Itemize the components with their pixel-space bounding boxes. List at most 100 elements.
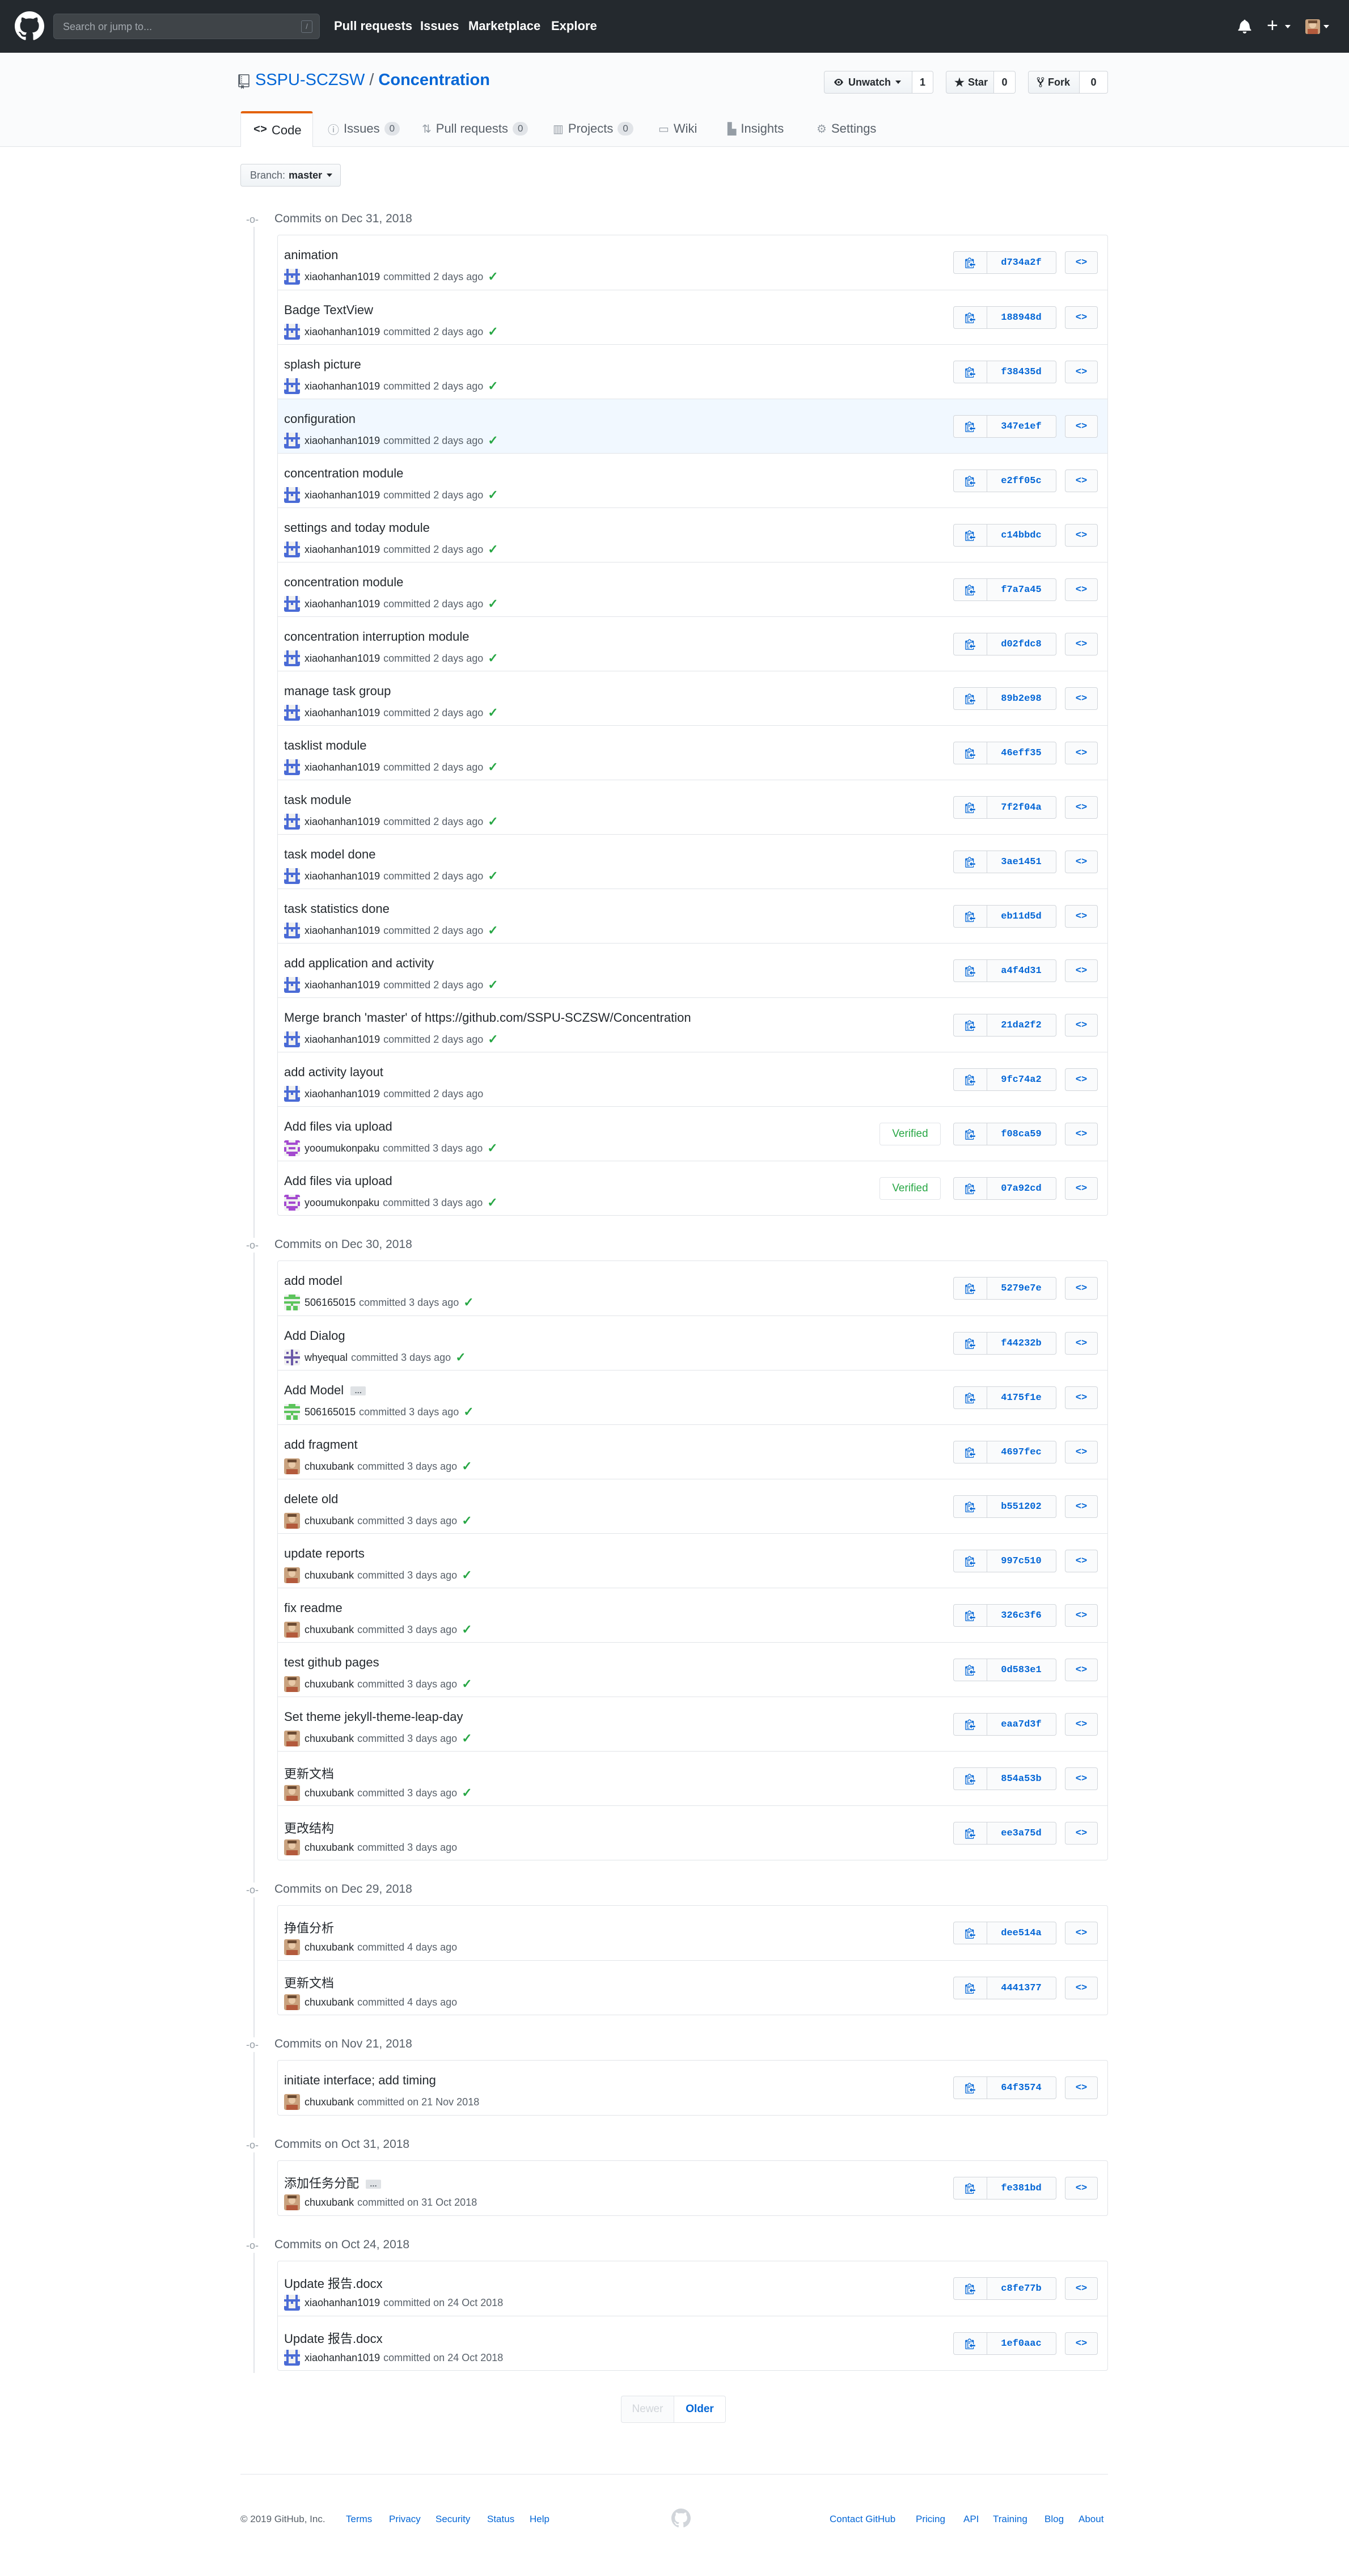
- commit-author-link[interactable]: xiaohanhan1019: [305, 380, 380, 392]
- commit-sha-link[interactable]: eb11d5d: [987, 906, 1056, 927]
- tab-code[interactable]: <> Code: [240, 111, 313, 147]
- commit-sha-link[interactable]: 4441377: [987, 1977, 1056, 1999]
- commit-author-link[interactable]: chuxubank: [305, 1624, 354, 1636]
- commit-sha-link[interactable]: fe381bd: [987, 2177, 1056, 2199]
- browse-repo-at-commit-button[interactable]: <>: [1065, 1550, 1098, 1572]
- status-check-icon[interactable]: ✓: [488, 978, 498, 992]
- author-avatar[interactable]: [284, 487, 300, 503]
- browse-repo-at-commit-button[interactable]: <>: [1065, 796, 1098, 819]
- nav-pull-requests[interactable]: Pull requests: [334, 19, 412, 33]
- expand-commit-body-button[interactable]: …: [350, 1386, 366, 1396]
- commit-message-link[interactable]: 更改结构: [284, 1818, 334, 1837]
- footer-link-blog[interactable]: Blog: [1044, 2514, 1064, 2525]
- commit-author-link[interactable]: chuxubank: [305, 1941, 354, 1953]
- copy-sha-clippy-icon[interactable]: [954, 960, 987, 982]
- nav-issues[interactable]: Issues: [420, 19, 459, 33]
- author-avatar[interactable]: [284, 923, 300, 938]
- newer-button[interactable]: Newer: [621, 2396, 674, 2423]
- browse-repo-at-commit-button[interactable]: <>: [1065, 1822, 1098, 1845]
- author-avatar[interactable]: [284, 1086, 300, 1102]
- commit-author-link[interactable]: chuxubank: [305, 1570, 354, 1581]
- author-avatar[interactable]: [284, 433, 300, 449]
- copy-sha-clippy-icon[interactable]: [954, 1496, 987, 1517]
- commit-author-link[interactable]: chuxubank: [305, 1678, 354, 1690]
- copy-sha-clippy-icon[interactable]: [954, 470, 987, 492]
- browse-repo-at-commit-button[interactable]: <>: [1065, 1014, 1098, 1037]
- status-check-icon[interactable]: ✓: [462, 1513, 472, 1528]
- author-avatar[interactable]: [284, 1350, 300, 1365]
- commit-author-link[interactable]: whyequal: [305, 1352, 348, 1364]
- author-avatar[interactable]: [284, 705, 300, 721]
- status-check-icon[interactable]: ✓: [488, 542, 498, 557]
- commit-author-link[interactable]: xiaohanhan1019: [305, 598, 380, 610]
- commit-sha-link[interactable]: f44232b: [987, 1333, 1056, 1354]
- status-check-icon[interactable]: ✓: [488, 705, 498, 720]
- status-check-icon[interactable]: ✓: [488, 923, 498, 938]
- commit-author-link[interactable]: xiaohanhan1019: [305, 653, 380, 665]
- browse-repo-at-commit-button[interactable]: <>: [1065, 742, 1098, 764]
- commit-author-link[interactable]: xiaohanhan1019: [305, 870, 380, 882]
- footer-link-pricing[interactable]: Pricing: [916, 2514, 945, 2525]
- browse-repo-at-commit-button[interactable]: <>: [1065, 1177, 1098, 1200]
- commit-sha-link[interactable]: 64f3574: [987, 2077, 1056, 2099]
- browse-repo-at-commit-button[interactable]: <>: [1065, 1767, 1098, 1790]
- status-check-icon[interactable]: ✓: [463, 1405, 473, 1419]
- copy-sha-clippy-icon[interactable]: [954, 1605, 987, 1626]
- copy-sha-clippy-icon[interactable]: [954, 1922, 987, 1944]
- commit-message-link[interactable]: Update 报告.docx: [284, 2274, 383, 2292]
- commit-author-link[interactable]: chuxubank: [305, 2096, 354, 2108]
- copy-sha-clippy-icon[interactable]: [954, 1178, 987, 1199]
- tab-insights[interactable]: ▙ Insights: [728, 111, 784, 146]
- copy-sha-clippy-icon[interactable]: [954, 2278, 987, 2299]
- author-avatar[interactable]: [284, 1513, 300, 1529]
- status-check-icon[interactable]: ✓: [488, 597, 498, 611]
- copy-sha-clippy-icon[interactable]: [954, 1822, 987, 1844]
- copy-sha-clippy-icon[interactable]: [954, 851, 987, 873]
- commit-sha-link[interactable]: 347e1ef: [987, 416, 1056, 437]
- copy-sha-clippy-icon[interactable]: [954, 2177, 987, 2199]
- browse-repo-at-commit-button[interactable]: <>: [1065, 361, 1098, 383]
- commit-message-link[interactable]: splash picture: [284, 357, 361, 372]
- commit-author-link[interactable]: chuxubank: [305, 1733, 354, 1745]
- copy-sha-clippy-icon[interactable]: [954, 742, 987, 764]
- commit-sha-link[interactable]: d02fdc8: [987, 633, 1056, 655]
- commit-author-link[interactable]: chuxubank: [305, 1515, 354, 1527]
- copy-sha-clippy-icon[interactable]: [954, 1387, 987, 1408]
- browse-repo-at-commit-button[interactable]: <>: [1065, 2177, 1098, 2199]
- status-check-icon[interactable]: ✓: [462, 1568, 472, 1583]
- search-input[interactable]: [62, 14, 302, 40]
- status-check-icon[interactable]: ✓: [488, 1032, 498, 1047]
- copy-sha-clippy-icon[interactable]: [954, 2077, 987, 2099]
- status-check-icon[interactable]: ✓: [488, 814, 498, 829]
- author-avatar[interactable]: [284, 1939, 300, 1955]
- author-avatar[interactable]: [284, 1031, 300, 1047]
- tab-projects[interactable]: ▥ Projects 0: [553, 111, 633, 146]
- commit-sha-link[interactable]: e2ff05c: [987, 470, 1056, 492]
- author-avatar[interactable]: [284, 868, 300, 884]
- status-check-icon[interactable]: ✓: [462, 1786, 472, 1800]
- verified-badge[interactable]: Verified: [879, 1123, 941, 1145]
- commit-message-link[interactable]: test github pages: [284, 1655, 379, 1670]
- commit-author-link[interactable]: xiaohanhan1019: [305, 2352, 380, 2364]
- author-avatar[interactable]: [284, 1785, 300, 1801]
- github-logo-icon[interactable]: [15, 11, 44, 41]
- author-avatar[interactable]: [284, 759, 300, 775]
- commit-sha-link[interactable]: 997c510: [987, 1550, 1056, 1572]
- browse-repo-at-commit-button[interactable]: <>: [1065, 2076, 1098, 2099]
- commit-message-link[interactable]: Badge TextView: [284, 303, 373, 318]
- commit-author-link[interactable]: chuxubank: [305, 1787, 354, 1799]
- footer-link-about[interactable]: About: [1079, 2514, 1103, 2525]
- footer-link-help[interactable]: Help: [530, 2514, 549, 2525]
- github-mark-icon[interactable]: [671, 2509, 691, 2528]
- author-avatar[interactable]: [284, 2350, 300, 2366]
- commit-sha-link[interactable]: eaa7d3f: [987, 1714, 1056, 1735]
- nav-explore[interactable]: Explore: [551, 19, 597, 33]
- commit-author-link[interactable]: chuxubank: [305, 1996, 354, 2008]
- tab-pull-requests[interactable]: ⇅ Pull requests 0: [422, 111, 528, 146]
- commit-message-link[interactable]: Add files via upload: [284, 1174, 392, 1188]
- repo-name-link[interactable]: Concentration: [378, 71, 490, 89]
- forks-count[interactable]: 0: [1080, 71, 1108, 94]
- footer-link-status[interactable]: Status: [487, 2514, 514, 2525]
- commit-sha-link[interactable]: d734a2f: [987, 252, 1056, 273]
- commit-message-link[interactable]: delete old: [284, 1492, 338, 1507]
